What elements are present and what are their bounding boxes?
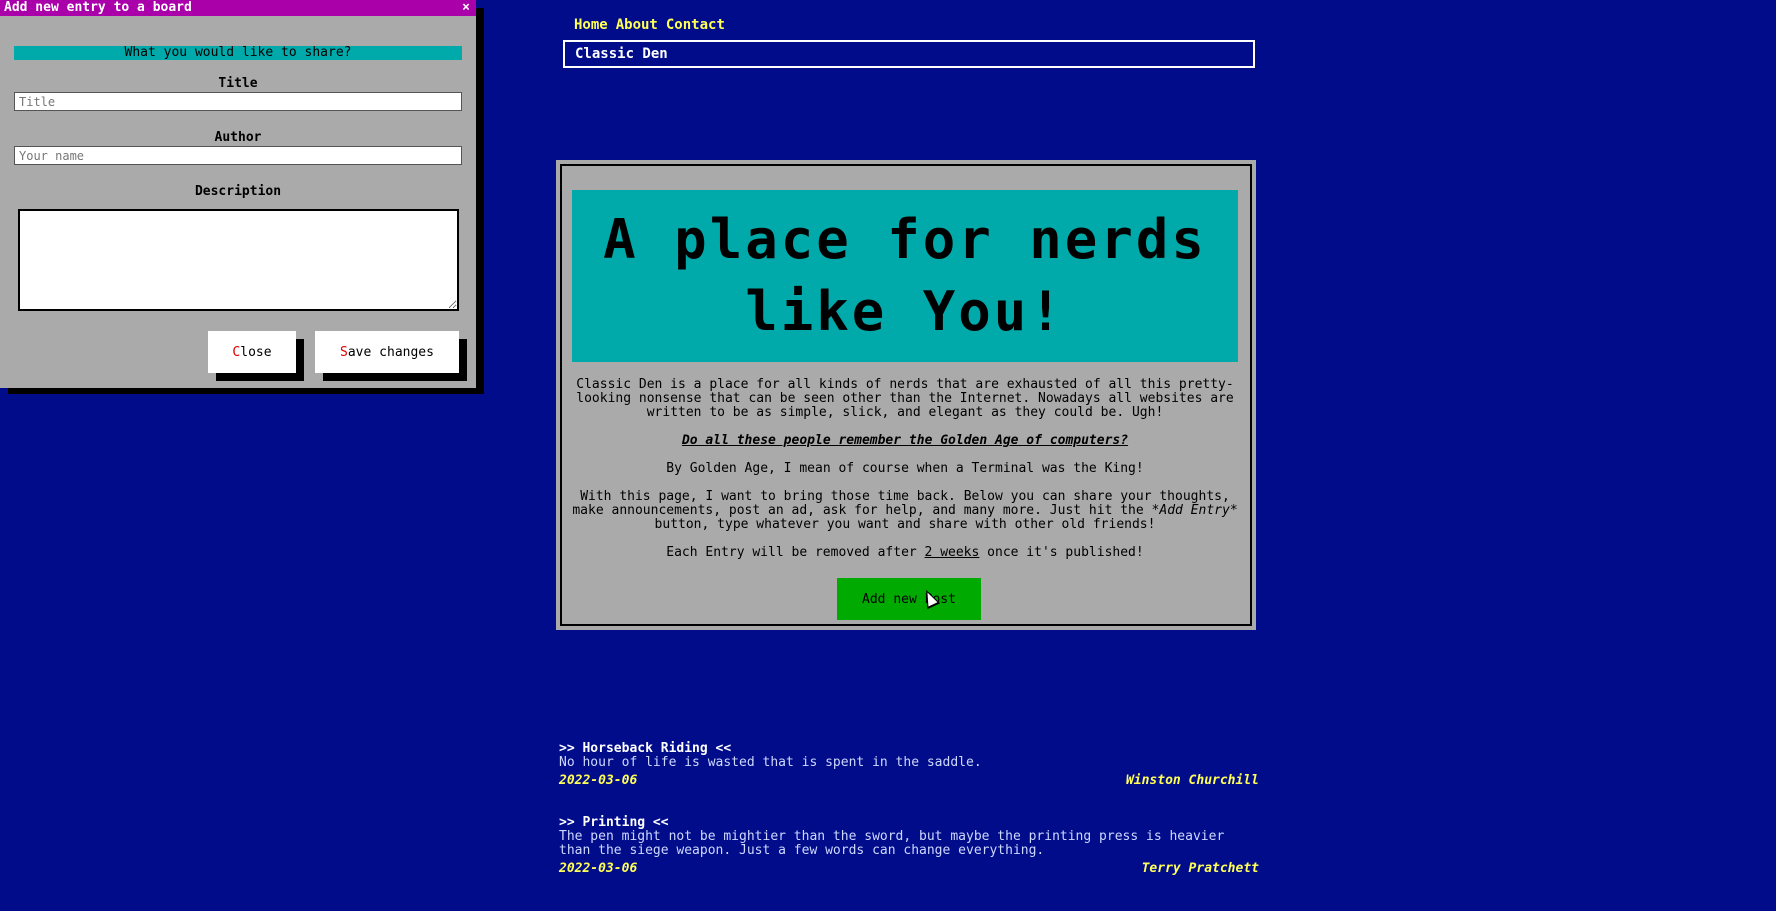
- post-item: >> Printing << The pen might not be migh…: [559, 816, 1259, 876]
- add-new-post-button[interactable]: Add new Post: [837, 578, 981, 620]
- close-button[interactable]: Close: [208, 331, 296, 373]
- title-label: Title: [218, 76, 258, 91]
- intro-text: Classic Den is a place for all kinds of …: [572, 378, 1238, 574]
- post-title: >> Horseback Riding <<: [559, 741, 732, 756]
- intro-paragraph: Classic Den is a place for all kinds of …: [576, 377, 1234, 420]
- modal-heading: What you would like to share?: [14, 46, 462, 60]
- modal-titlebar: Add new entry to a board ×: [0, 0, 476, 16]
- save-changes-button[interactable]: Save changes: [315, 331, 459, 373]
- removal-emphasis: 2 weeks: [924, 545, 980, 560]
- post-title: >> Printing <<: [559, 815, 669, 830]
- removal-text-1: Each Entry will be removed after: [666, 545, 925, 560]
- posts-list: >> Horseback Riding << No hour of life i…: [559, 742, 1259, 904]
- post-body: The pen might not be mightier than the s…: [559, 829, 1225, 858]
- nav-about-link[interactable]: About: [616, 17, 658, 33]
- author-label: Author: [214, 130, 262, 145]
- nav-home-link[interactable]: Home: [574, 17, 608, 33]
- hero-headline-line2: like You!: [745, 280, 1065, 343]
- title-input[interactable]: [14, 92, 462, 111]
- invite-text-2: button, type whatever you want and share…: [654, 517, 1156, 532]
- post-body: No hour of life is wasted that is spent …: [559, 755, 982, 770]
- post-author: Terry Pratchett: [1141, 861, 1259, 876]
- save-hotkey: S: [340, 344, 348, 360]
- intro-panel: A place for nerds like You! Classic Den …: [556, 160, 1256, 630]
- post-author: Winston Churchill: [1125, 773, 1259, 788]
- hero-banner: A place for nerds like You!: [572, 190, 1238, 362]
- removal-text-2: once it's published!: [979, 545, 1144, 560]
- golden-age-question: Do all these people remember the Golden …: [681, 433, 1129, 448]
- post-meta: 2022-03-06 Winston Churchill: [559, 774, 1259, 788]
- hero-headline-line1: A place for nerds: [603, 208, 1207, 271]
- nav-contact-link[interactable]: Contact: [666, 17, 725, 33]
- golden-age-paragraph: By Golden Age, I mean of course when a T…: [666, 461, 1144, 476]
- invite-text-1: With this page, I want to bring those ti…: [572, 489, 1230, 518]
- modal-title: Add new entry to a board: [4, 0, 192, 15]
- author-input[interactable]: [14, 146, 462, 165]
- add-entry-modal: Add new entry to a board × What you woul…: [0, 0, 476, 388]
- intro-panel-frame: A place for nerds like You! Classic Den …: [560, 164, 1252, 626]
- close-icon[interactable]: ×: [462, 0, 470, 16]
- top-nav: Home About Contact: [574, 17, 725, 33]
- close-button-label: lose: [240, 344, 272, 360]
- removal-paragraph: Each Entry will be removed after 2 weeks…: [572, 546, 1238, 560]
- description-label: Description: [194, 184, 282, 199]
- post-item: >> Horseback Riding << No hour of life i…: [559, 742, 1259, 788]
- description-textarea[interactable]: [17, 208, 460, 312]
- save-button-label: ave changes: [347, 344, 434, 360]
- post-date: 2022-03-06: [559, 773, 638, 788]
- site-brand-box: Classic Den: [563, 40, 1255, 68]
- post-date: 2022-03-06: [559, 861, 638, 876]
- invite-emphasis: *Add Entry*: [1151, 503, 1238, 518]
- post-meta: 2022-03-06 Terry Pratchett: [559, 862, 1259, 876]
- invite-paragraph: With this page, I want to bring those ti…: [572, 490, 1238, 532]
